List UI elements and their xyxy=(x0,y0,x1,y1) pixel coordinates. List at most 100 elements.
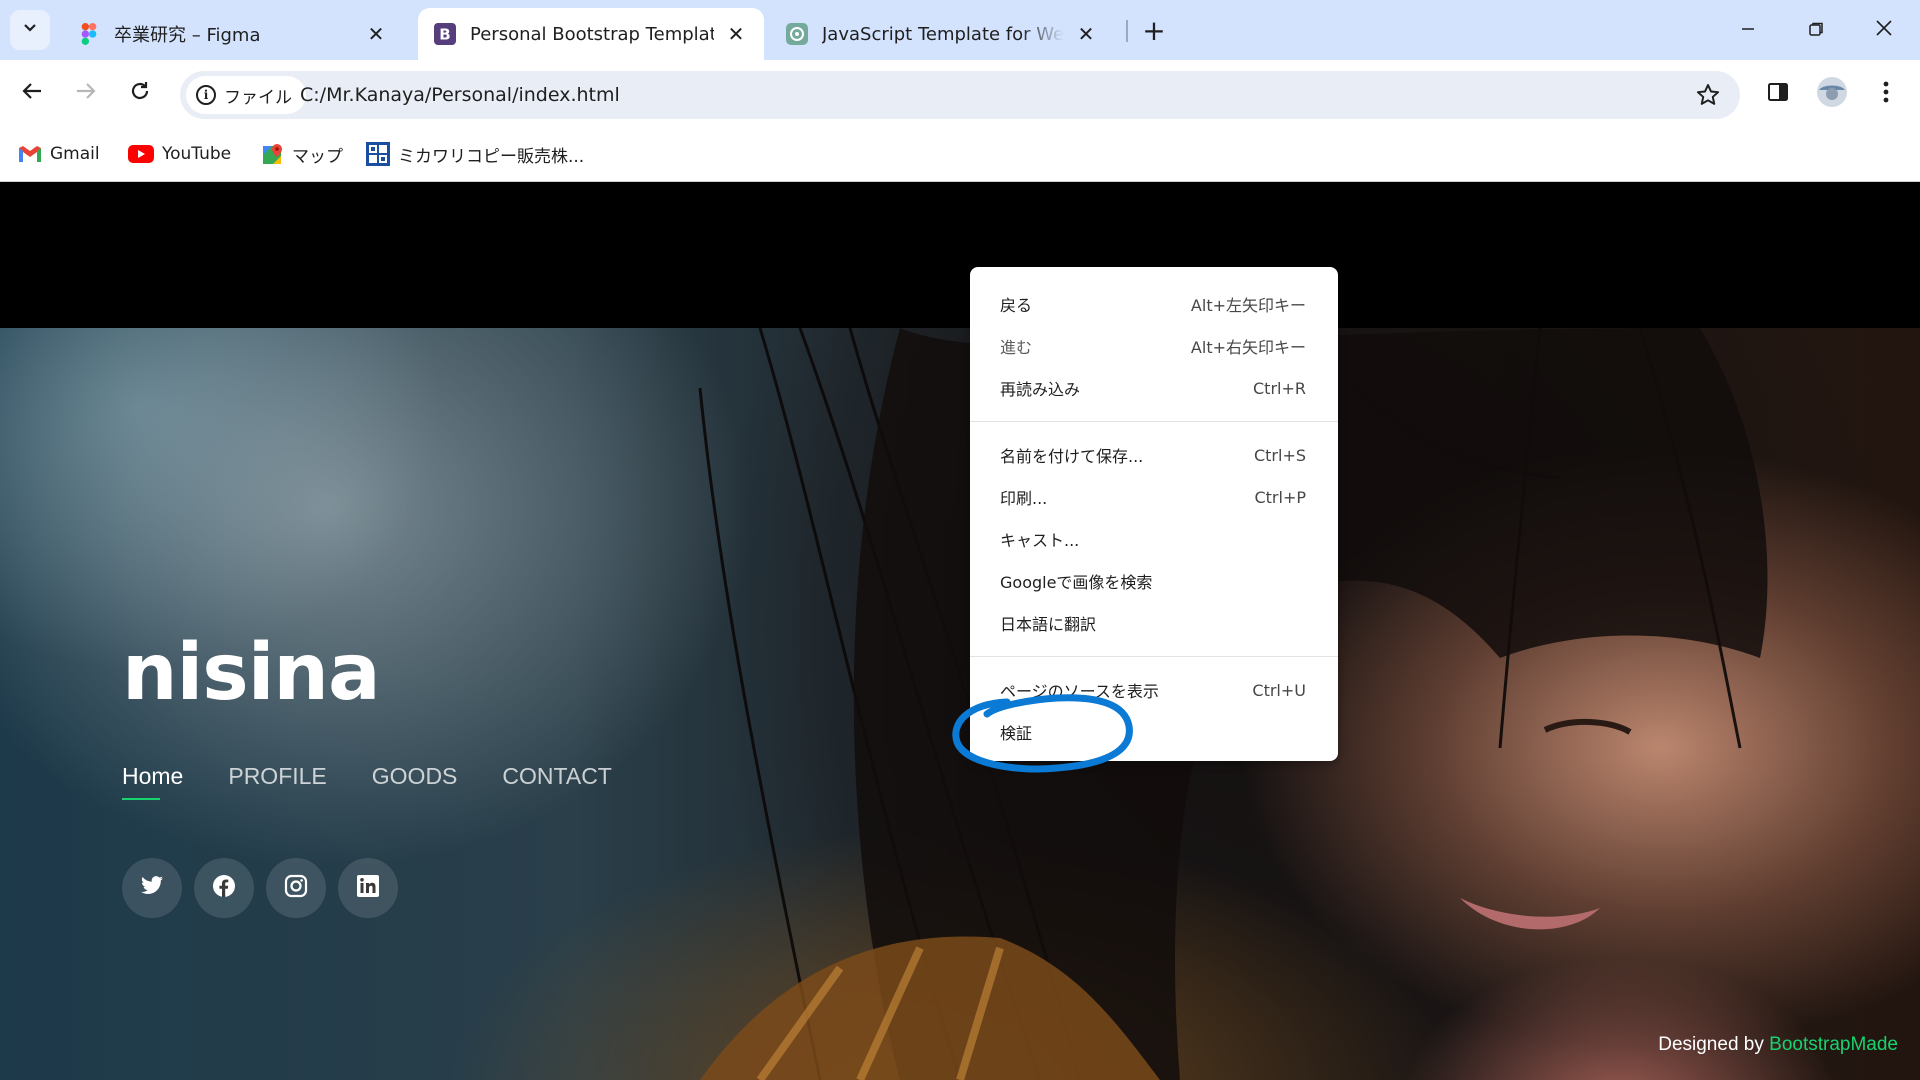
bootstrap-icon: B xyxy=(434,23,456,45)
nav-contact[interactable]: CONTACT xyxy=(502,763,611,800)
bookmark-label: YouTube xyxy=(162,144,232,164)
menu-item-view-source[interactable]: ページのソースを表示 Ctrl+U xyxy=(970,669,1338,711)
address-bar[interactable]: i ファイル C:/Mr.Kanaya/Personal/index.html xyxy=(180,71,1740,119)
tab-figma[interactable]: 卒業研究 – Figma ✕ xyxy=(62,8,404,60)
menu-item-cast[interactable]: キャスト... xyxy=(970,518,1338,560)
menu-item-save-as[interactable]: 名前を付けて保存... Ctrl+S xyxy=(970,434,1338,476)
tab-personal-bootstrap[interactable]: B Personal Bootstrap Template ✕ xyxy=(418,8,764,60)
menu-item-shortcut: Ctrl+U xyxy=(1252,680,1306,700)
tab-title: 卒業研究 – Figma xyxy=(114,25,261,46)
arrow-left-icon xyxy=(21,79,43,109)
close-icon xyxy=(1875,18,1893,43)
mikawa-icon xyxy=(366,142,390,166)
context-menu: 戻る Alt+左矢印キー 進む Alt+右矢印キー 再読み込み Ctrl+R 名… xyxy=(970,267,1338,761)
bookmark-youtube[interactable]: YouTube xyxy=(128,138,231,170)
tab-search-button[interactable] xyxy=(10,10,50,50)
instagram-icon xyxy=(284,874,308,902)
plus-icon: + xyxy=(1142,13,1166,47)
menu-item-label: Googleで画像を検索 xyxy=(1000,573,1153,592)
menu-item-label: キャスト... xyxy=(1000,531,1080,550)
menu-item-label: 再読み込み xyxy=(1000,380,1081,399)
reload-button[interactable] xyxy=(120,74,160,114)
close-icon[interactable]: ✕ xyxy=(722,20,750,48)
bootstrapmade-link[interactable]: BootstrapMade xyxy=(1769,1034,1898,1055)
menu-item-inspect[interactable]: 検証 xyxy=(970,711,1338,753)
more-vertical-icon xyxy=(1883,81,1889,107)
browser-toolbar: i ファイル C:/Mr.Kanaya/Personal/index.html xyxy=(0,60,1920,128)
menu-item-shortcut: Ctrl+R xyxy=(1253,378,1306,398)
back-button[interactable] xyxy=(12,74,52,114)
menu-button[interactable] xyxy=(1866,74,1906,114)
menu-item-forward[interactable]: 進む Alt+右矢印キー xyxy=(970,325,1338,367)
menu-item-label: 戻る xyxy=(1000,296,1033,315)
menu-item-label: 進む xyxy=(1000,338,1033,357)
nav-home[interactable]: Home xyxy=(122,763,183,800)
menu-item-shortcut: Ctrl+P xyxy=(1254,487,1306,507)
bookmark-maps[interactable]: マップ xyxy=(262,138,343,170)
bookmark-label: Gmail xyxy=(50,144,100,164)
menu-item-translate[interactable]: 日本語に翻訳 xyxy=(970,602,1338,644)
linkedin-link[interactable] xyxy=(338,858,398,918)
tab-title: JavaScript Template for Websit xyxy=(822,23,1064,45)
arrow-right-icon xyxy=(75,79,97,109)
gmail-icon xyxy=(18,145,42,163)
figma-icon xyxy=(78,23,100,45)
side-panel-button[interactable] xyxy=(1758,74,1798,114)
profile-button[interactable] xyxy=(1812,74,1852,114)
site-info-label: ファイル xyxy=(224,87,292,108)
site-info-chip[interactable]: i ファイル xyxy=(186,76,306,114)
menu-item-search-image[interactable]: Googleで画像を検索 xyxy=(970,560,1338,602)
bookmark-gmail[interactable]: Gmail xyxy=(18,138,100,170)
minimize-button[interactable] xyxy=(1714,0,1782,60)
bookmarks-bar: Gmail YouTube マップ ミカワリコピー販売株... xyxy=(0,128,1920,182)
bookmark-label: ミカワリコピー販売株... xyxy=(398,146,585,167)
menu-item-label: 名前を付けて保存... xyxy=(1000,447,1144,466)
social-links xyxy=(122,858,398,918)
menu-item-print[interactable]: 印刷... Ctrl+P xyxy=(970,476,1338,518)
new-tab-button[interactable]: + xyxy=(1136,12,1172,48)
menu-item-back[interactable]: 戻る Alt+左矢印キー xyxy=(970,283,1338,325)
facebook-link[interactable] xyxy=(194,858,254,918)
info-icon: i xyxy=(196,85,216,105)
tab-separator xyxy=(1126,20,1128,42)
bookmark-label: マップ xyxy=(292,146,343,167)
menu-separator xyxy=(970,656,1338,657)
twitter-link[interactable] xyxy=(122,858,182,918)
facebook-icon xyxy=(212,874,236,902)
tab-strip: 卒業研究 – Figma ✕ B Personal Bootstrap Temp… xyxy=(0,0,1920,60)
forward-button[interactable] xyxy=(66,74,106,114)
menu-item-reload[interactable]: 再読み込み Ctrl+R xyxy=(970,367,1338,409)
reload-icon xyxy=(129,79,151,109)
nav-profile[interactable]: PROFILE xyxy=(228,763,326,800)
svg-text:B: B xyxy=(439,26,450,44)
menu-item-label: ページのソースを表示 xyxy=(1000,682,1159,701)
menu-item-label: 印刷... xyxy=(1000,489,1048,508)
menu-item-shortcut: Alt+左矢印キー xyxy=(1190,296,1306,315)
youtube-icon xyxy=(128,145,154,163)
instagram-link[interactable] xyxy=(266,858,326,918)
credits: Designed by BootstrapMade xyxy=(1658,1034,1898,1056)
page-viewport: nisina Home PROFILE GOODS CONTACT Design… xyxy=(0,182,1920,1080)
chatgpt-icon xyxy=(786,23,808,45)
nav-goods[interactable]: GOODS xyxy=(372,763,458,800)
close-icon[interactable]: ✕ xyxy=(1072,20,1100,48)
close-icon[interactable]: ✕ xyxy=(362,20,390,48)
close-window-button[interactable] xyxy=(1850,0,1918,60)
menu-separator xyxy=(970,421,1338,422)
avatar xyxy=(1816,76,1848,112)
bookmark-star-icon[interactable] xyxy=(1690,77,1726,113)
hero-background: nisina Home PROFILE GOODS CONTACT Design… xyxy=(0,328,1920,1080)
credits-text: Designed by xyxy=(1658,1034,1770,1055)
restore-button[interactable] xyxy=(1782,0,1850,60)
menu-item-shortcut: Ctrl+S xyxy=(1253,445,1306,465)
minimize-icon xyxy=(1740,18,1756,43)
site-nav: Home PROFILE GOODS CONTACT xyxy=(122,763,612,800)
maps-icon xyxy=(262,143,284,165)
bookmark-mikawa[interactable]: ミカワリコピー販売株... xyxy=(366,138,584,170)
chevron-down-icon xyxy=(22,20,38,41)
restore-icon xyxy=(1808,18,1824,43)
site-logo[interactable]: nisina xyxy=(122,628,381,718)
tab-javascript-template[interactable]: JavaScript Template for Websit ✕ xyxy=(770,8,1114,60)
url-text[interactable]: C:/Mr.Kanaya/Personal/index.html xyxy=(300,71,620,119)
tab-title: Personal Bootstrap Template xyxy=(470,23,714,45)
